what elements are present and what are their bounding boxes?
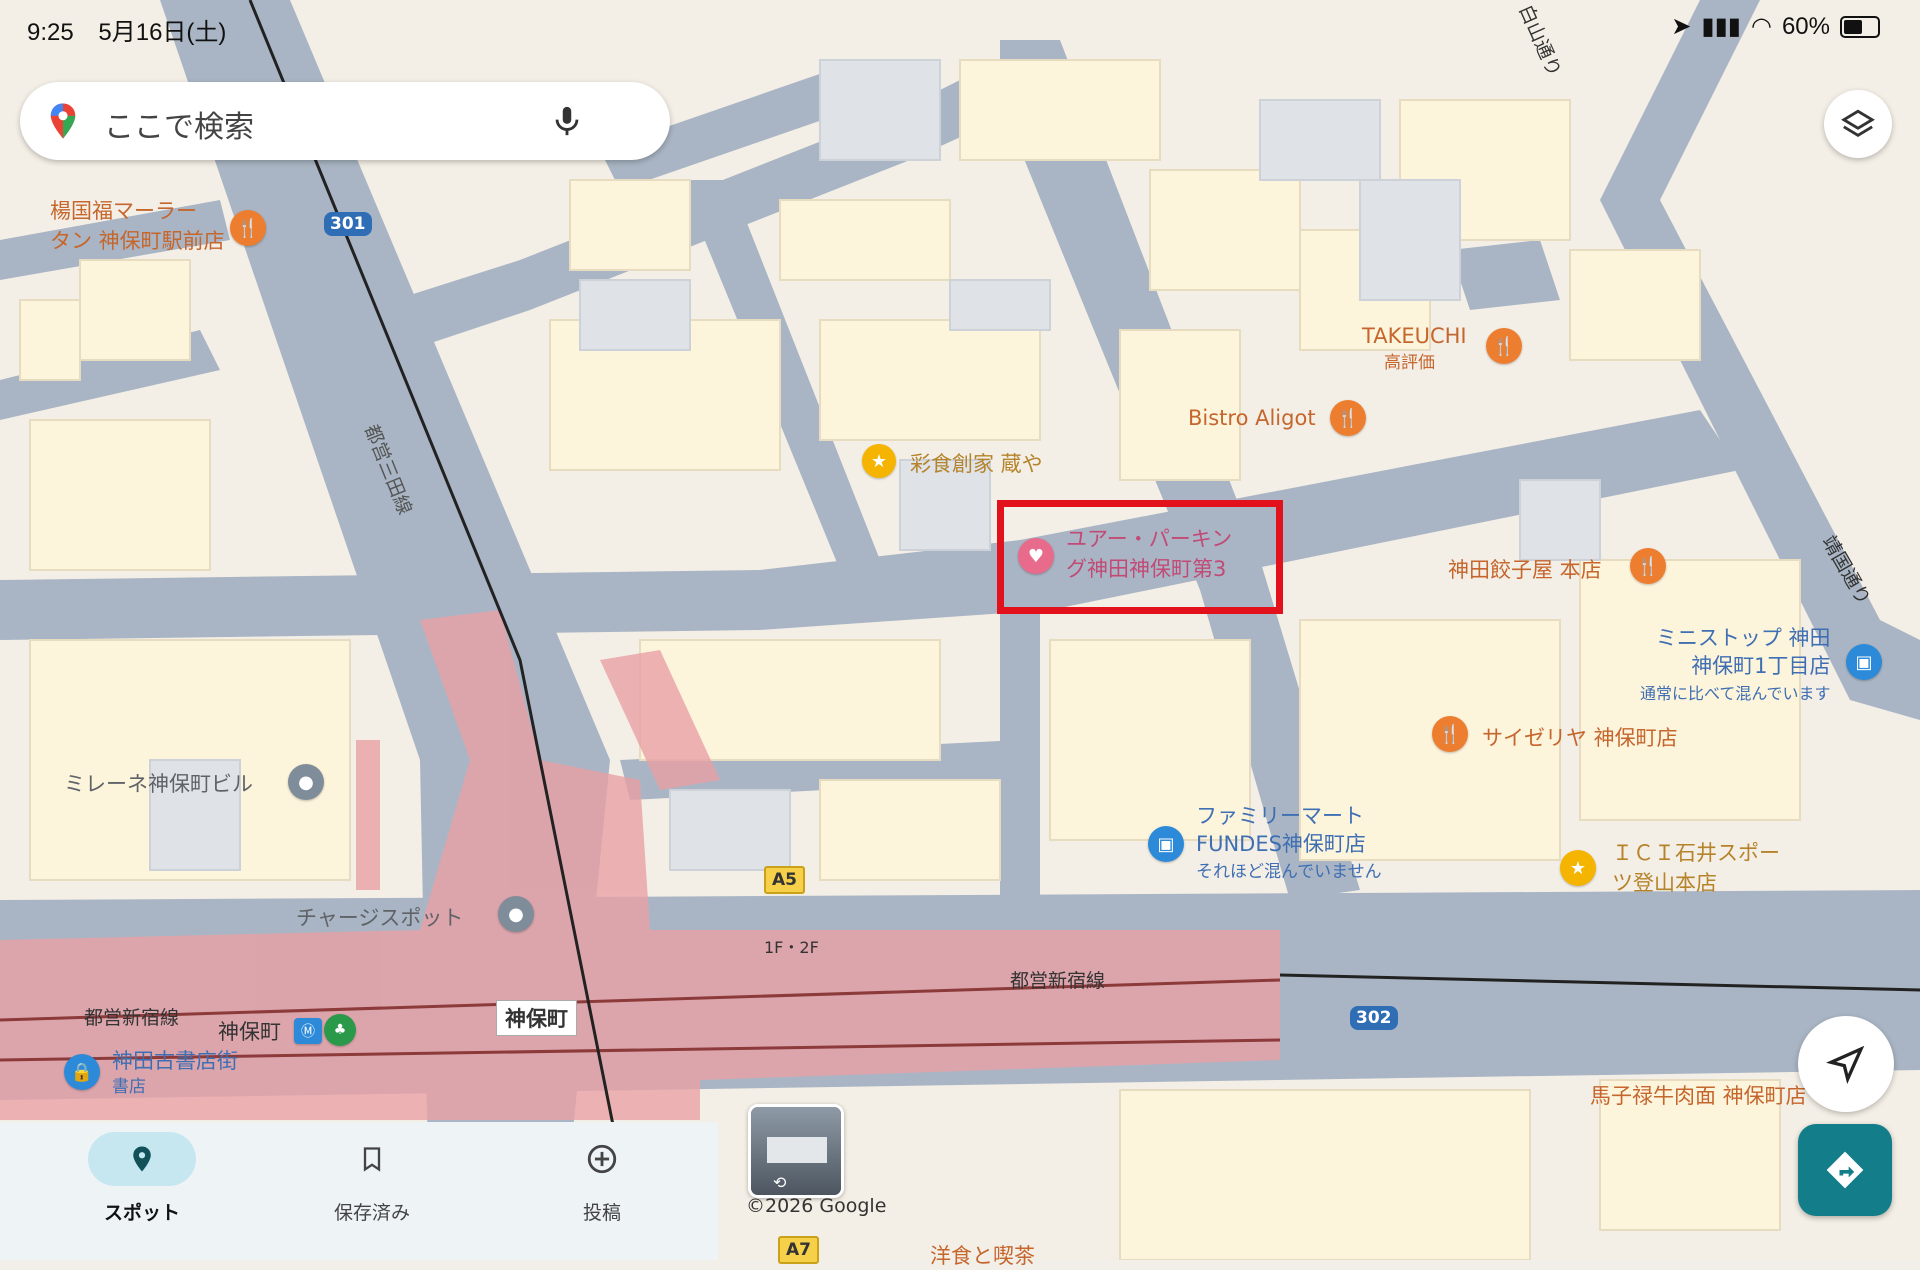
tab-contribute[interactable]: 投稿 — [502, 1132, 702, 1252]
poi-label-yoshoku[interactable]: 洋食と喫茶 — [930, 1240, 1035, 1270]
poi-line: 楊国福マーラー — [50, 199, 197, 223]
signal-icon: ▮▮▮ — [1701, 13, 1741, 40]
poi-label-takeuchi[interactable]: TAKEUCHI 高評価 — [1362, 324, 1467, 373]
add-circle-icon — [587, 1144, 617, 1174]
station-label-jimbocho[interactable]: 神保町 — [218, 1016, 281, 1046]
tab-saved[interactable]: 保存済み — [272, 1132, 472, 1252]
status-indicators: ➤ ▮▮▮ ◠ 60% — [1671, 12, 1880, 41]
tab-spot[interactable]: スポット — [42, 1132, 242, 1252]
poi-line: ＩＣＩ石井スポー — [1612, 841, 1780, 865]
restaurant-icon[interactable]: 🍴 — [1630, 548, 1666, 584]
search-bar[interactable]: ここで検索 — [20, 82, 670, 160]
layers-button[interactable] — [1824, 90, 1892, 158]
tab-saved-label: 保存済み — [333, 1202, 410, 1224]
poi-label-ici-ishii[interactable]: ＩＣＩ石井スポー ツ登山本店 — [1612, 838, 1780, 898]
restaurant-icon[interactable]: 🍴 — [1486, 328, 1522, 364]
poi-line: ミニストップ 神田 — [1655, 626, 1831, 650]
poi-line: FUNDES神保町店 — [1196, 832, 1366, 856]
my-location-button[interactable] — [1798, 1016, 1894, 1112]
star-icon[interactable]: ★ — [1560, 850, 1596, 886]
tab-spot-label: スポット — [103, 1202, 180, 1224]
location-pin-icon — [133, 1146, 151, 1172]
wifi-icon: ◠ — [1751, 13, 1772, 40]
restaurant-icon[interactable]: 🍴 — [1330, 400, 1366, 436]
status-time: 9:25 5月16日(土) — [27, 12, 226, 47]
location-arrow-icon: ➤ — [1671, 13, 1692, 40]
poi-label-milene[interactable]: ミレーネ神保町ビル — [64, 768, 253, 798]
poi-sub: 通常に比べて混んでいます — [1640, 684, 1831, 703]
route-shield-301: 301 — [324, 212, 372, 236]
microphone-icon[interactable] — [550, 104, 584, 138]
poi-sub: 書店 — [112, 1077, 146, 1097]
poi-name: 神田古書店街 — [112, 1049, 238, 1073]
poi-label-kuraya[interactable]: 彩食創家 蔵や — [910, 448, 1043, 478]
battery-icon — [1840, 15, 1880, 38]
poi-label-yangguofu[interactable]: 楊国福マーラー タン 神保町駅前店 — [50, 196, 225, 256]
star-icon[interactable]: ★ — [862, 444, 896, 478]
metro-icon: Ⓜ — [294, 1018, 322, 1044]
restaurant-icon[interactable]: 🍴 — [230, 210, 266, 246]
tab-contribute-pill — [548, 1132, 656, 1186]
maps-pin-icon — [50, 103, 76, 139]
battery-percent: 60% — [1781, 12, 1830, 40]
poi-line: ツ登山本店 — [1612, 871, 1717, 895]
restaurant-icon[interactable]: 🍴 — [1432, 716, 1468, 752]
navigation-arrow-icon — [1826, 1045, 1865, 1084]
exit-badge-a5[interactable]: A5 — [764, 866, 805, 894]
bottom-navigation: スポット 保存済み 投稿 — [0, 1122, 718, 1260]
floor-label: 1F・2F — [764, 938, 819, 957]
street-label-shinjuku-1: 都営新宿線 — [84, 1007, 180, 1029]
store-icon[interactable]: ▣ — [1148, 826, 1184, 862]
selection-highlight — [997, 500, 1283, 614]
map-canvas[interactable] — [0, 0, 1920, 1260]
poi-sub: 高評価 — [1384, 353, 1435, 373]
street-view-thumbnail[interactable]: ⟲ — [748, 1104, 844, 1198]
station-name-plate[interactable]: 神保町 — [496, 1000, 577, 1036]
directions-button[interactable] — [1798, 1124, 1892, 1216]
store-icon[interactable]: ▣ — [1846, 644, 1882, 680]
poi-label-kanda-gyoza[interactable]: 神田餃子屋 本店 — [1448, 554, 1602, 584]
copyright-text: ©2026 Google — [746, 1195, 887, 1217]
directions-icon — [1826, 1151, 1864, 1189]
tab-contribute-label: 投稿 — [582, 1202, 621, 1224]
street-label-shinjuku-2: 都営新宿線 — [1010, 970, 1106, 992]
bookmark-icon — [363, 1147, 381, 1172]
toei-icon: ♣ — [324, 1014, 356, 1046]
route-shield-302: 302 — [1350, 1006, 1398, 1030]
poi-name: TAKEUCHI — [1362, 324, 1467, 348]
poi-label-mazilu[interactable]: 馬子禄牛肉面 神保町店 — [1590, 1080, 1807, 1110]
rotate-360-icon: ⟲ — [773, 1173, 787, 1192]
poi-line: ファミリーマート — [1196, 804, 1364, 828]
tab-spot-pill — [88, 1132, 196, 1186]
poi-sub: それほど混んでいません — [1196, 862, 1382, 882]
poi-line: 神保町1丁目店 — [1691, 654, 1831, 678]
search-input[interactable]: ここで検索 — [104, 102, 254, 146]
poi-label-saizeriya[interactable]: サイゼリヤ 神保町店 — [1482, 722, 1678, 752]
status-bar: 9:25 5月16日(土) ➤ ▮▮▮ ◠ 60% — [0, 0, 1920, 52]
tab-saved-pill — [318, 1132, 426, 1186]
date: 5月16日(土) — [98, 19, 227, 46]
location-pin-icon[interactable]: ● — [288, 764, 324, 800]
building-preview — [767, 1137, 827, 1163]
poi-label-ministop[interactable]: ミニストップ 神田 神保町1丁目店 通常に比べて混んでいます — [1640, 624, 1831, 708]
poi-label-familymart[interactable]: ファミリーマート FUNDES神保町店 それほど混んでいません — [1196, 802, 1382, 886]
location-pin-icon[interactable]: ● — [498, 896, 534, 932]
poi-label-koshoten[interactable]: 神田古書店街 書店 — [112, 1048, 238, 1100]
poi-label-bistro-aligot[interactable]: Bistro Aligot — [1188, 406, 1316, 430]
clock: 9:25 — [27, 19, 74, 46]
layers-icon — [1841, 109, 1875, 137]
poi-line: タン 神保町駅前店 — [50, 229, 225, 253]
shopping-icon[interactable]: 🔒 — [64, 1054, 100, 1090]
poi-label-chargespot[interactable]: チャージスポット — [296, 902, 463, 932]
